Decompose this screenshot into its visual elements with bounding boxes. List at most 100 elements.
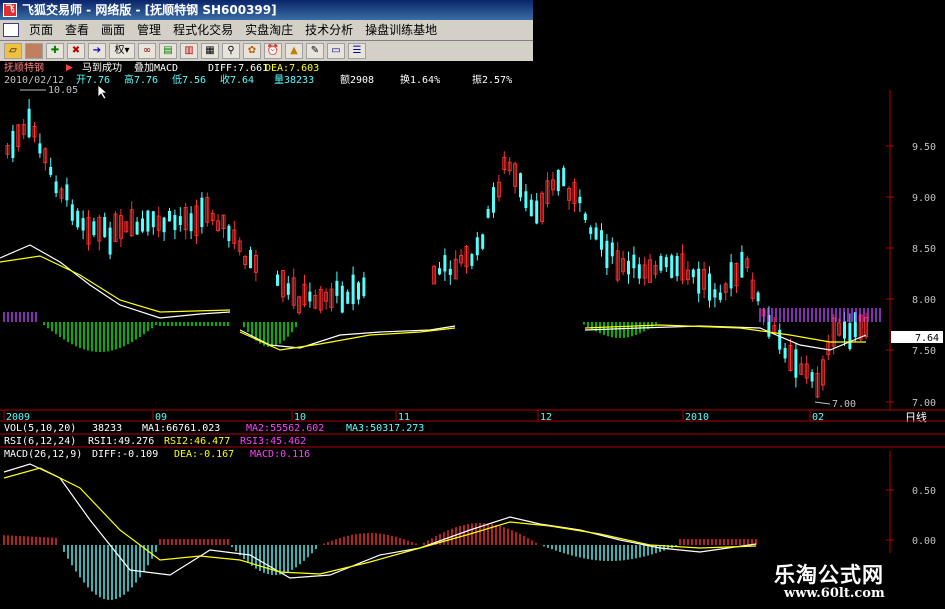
candle-body [664,257,668,268]
candle-body [168,210,171,222]
candle-body [810,372,814,382]
candle-body [76,210,80,228]
candle-body [740,252,744,278]
bar-amount: 额2908 [340,73,374,86]
macd-name: MACD(26,12,9) [4,449,82,460]
candle-body [11,130,15,159]
candle-body [778,329,782,350]
glasses-icon[interactable]: ∞ [138,43,156,59]
candle-body [276,274,279,286]
candle-body [54,181,58,194]
menu-program-trading[interactable]: 程式化交易 [167,20,239,40]
menu-page[interactable]: 页面 [23,20,59,40]
candle-body [610,242,614,257]
warning-icon[interactable]: ▲ [285,43,303,59]
document-icon[interactable]: ▦ [201,43,219,59]
macd-tick-label: 0.00 [912,536,936,547]
bar-low: 低7.56 [172,73,206,86]
macd-axis: 0.50 0.00 [886,486,936,547]
layout-icon[interactable]: ▭ [327,43,345,59]
menu-screen[interactable]: 画面 [95,20,131,40]
candle-body [670,255,674,278]
stock-chart[interactable]: 抚顺特钢 ▶ 马到成功 叠加MACD DIFF:7.661 DEA:7.603 … [0,61,945,609]
candle-body [38,143,42,154]
bar-chart-icon[interactable]: ▥ [180,43,198,59]
price-axis: 9.50 9.00 8.50 8.00 7.50 7.00 [886,142,936,409]
candle-body [519,173,522,198]
watermark: 乐淘公式网 www.60lt.com [762,553,945,609]
low-mark: 7.00 [832,399,856,410]
candle-body [351,274,355,305]
macd-lines [3,463,757,579]
candle-body [843,321,846,339]
bar-volume: 量38233 [274,74,314,86]
candle-body [70,204,74,221]
chart-icon[interactable]: ▤ [159,43,177,59]
macd-dea-line [3,467,757,575]
candle-body [81,218,85,231]
ma-line-white [584,325,867,351]
list-icon[interactable]: ☰ [348,43,366,59]
price-tick-label: 7.50 [912,346,936,357]
candle-body [756,292,760,302]
candle-body [92,221,96,236]
floppy-icon[interactable] [25,43,43,59]
candle-body [200,197,204,228]
candle-body [583,213,587,221]
candle-body [162,217,166,233]
current-price-label: 7.64 [891,331,943,344]
macd-diff-line [3,463,757,579]
open-folder-icon[interactable]: ▱ [4,43,22,59]
menu-view[interactable]: 查看 [59,20,95,40]
candle-body [470,254,474,266]
candle-body [783,347,787,359]
candle-body [346,291,350,304]
window-menu-icon[interactable] [3,23,19,37]
pencil-icon[interactable]: ✎ [306,43,324,59]
candle-body [108,227,112,255]
candle-body [848,323,852,350]
candle-body [535,200,539,224]
svg-text:▶: ▶ [66,63,73,73]
candle-body [637,264,641,279]
rsi-name: RSI(6,12,24) [4,436,76,447]
ma-line-white [0,244,231,319]
menu-technical-analysis[interactable]: 技术分析 [299,20,359,40]
candle-body [103,216,107,238]
candle-body [675,256,679,277]
candle-body [475,237,479,256]
palette-icon[interactable]: ✿ [243,43,261,59]
quan-dropdown[interactable]: 权▾ [109,43,135,59]
alarm-icon[interactable]: ⏰ [264,43,282,59]
add-icon[interactable]: ✚ [46,43,64,59]
right-icon[interactable]: ➔ [88,43,106,59]
rsi3-value: RSI3:45.462 [240,436,306,447]
menu-live-trading[interactable]: 实盘淘庄 [239,20,299,40]
delete-icon[interactable]: ✖ [67,43,85,59]
price-tick-label: 9.00 [912,193,936,204]
price-tick-label: 8.00 [912,295,936,306]
bar-high: 高7.76 [124,73,158,86]
menu-training-base[interactable]: 操盘训练基地 [359,20,443,40]
candle-body [697,268,701,294]
candle-body [578,196,582,204]
bar-turnover: 换1.64% [400,73,440,86]
menu-manage[interactable]: 管理 [131,20,167,40]
candle-body [249,249,252,269]
candle-body [357,282,360,300]
candle-body [286,283,290,295]
app-icon: 飞 [3,3,17,17]
candle-body [600,230,603,250]
price-tick-label: 9.50 [912,142,936,153]
candle-body [562,167,566,187]
candle-body [27,108,31,138]
period-label[interactable]: 日线 [905,410,927,424]
candle-body [308,291,312,302]
price-tick-label: 7.00 [912,398,936,409]
candle-body [524,191,528,209]
candlestick-series [5,98,869,399]
search-icon[interactable]: ⚲ [222,43,240,59]
window-title-bar: 飞 飞狐交易师 - 网络版 - [抚顺特钢 SH600399] [0,0,533,20]
candle-body [443,255,447,272]
menu-bar: 页面 查看 画面 管理 程式化交易 实盘淘庄 技术分析 操盘训练基地 [0,20,533,41]
